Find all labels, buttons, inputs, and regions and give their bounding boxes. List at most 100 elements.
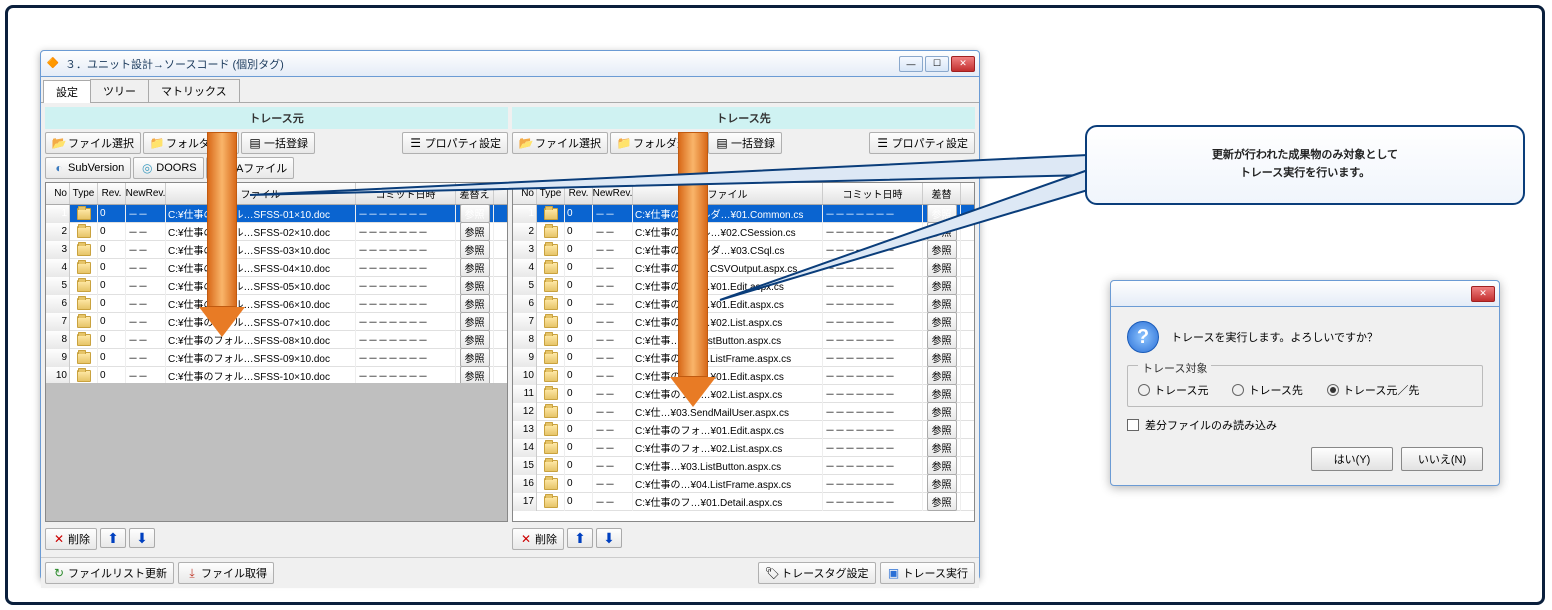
no-button[interactable]: いいえ(N) xyxy=(1401,447,1483,471)
table-row[interactable]: 60－－C:¥仕事のフォル…SFSS-06×10.doc－－－－－－－参照 xyxy=(46,295,507,313)
trace-tag-settings-button[interactable]: 🏷トレースタグ設定 xyxy=(758,562,875,584)
right-panel-title: トレース先 xyxy=(512,107,975,129)
table-row[interactable]: 170－－C:¥仕事のフ…¥01.Detail.aspx.cs－－－－－－－参照 xyxy=(513,493,974,511)
yes-button[interactable]: はい(Y) xyxy=(1311,447,1393,471)
browse-button[interactable]: 参照 xyxy=(927,475,957,493)
delete-button[interactable]: ✕削除 xyxy=(45,528,97,550)
table-row[interactable]: 120－－C:¥仕…¥03.SendMailUser.aspx.cs－－－－－－… xyxy=(513,403,974,421)
table-row[interactable]: 70－－C:¥仕事のフォル…SFSS-07×10.doc－－－－－－－参照 xyxy=(46,313,507,331)
browse-button[interactable]: 参照 xyxy=(927,205,957,223)
table-row[interactable]: 90－－C:¥仕事の…¥04.ListFrame.aspx.cs－－－－－－－参… xyxy=(513,349,974,367)
browse-button[interactable]: 参照 xyxy=(460,313,490,331)
table-row[interactable]: 30－－C:¥仕事のフォル…SFSS-03×10.doc－－－－－－－参照 xyxy=(46,241,507,259)
move-up-button[interactable]: ⬆ xyxy=(567,528,593,548)
browse-button[interactable]: 参照 xyxy=(460,295,490,313)
folder-select-button[interactable]: 📁フォルダ選択 xyxy=(143,132,239,154)
doors-button[interactable]: ◎DOORS xyxy=(133,157,203,179)
browse-button[interactable]: 参照 xyxy=(927,403,957,421)
tab-settings[interactable]: 設定 xyxy=(43,80,91,103)
browse-button[interactable]: 参照 xyxy=(927,313,957,331)
table-row[interactable]: 80－－C:¥仕事…¥03.ListButton.aspx.cs－－－－－－－参… xyxy=(513,331,974,349)
browse-button[interactable]: 参照 xyxy=(460,349,490,367)
table-row[interactable]: 70－－C:¥仕事のフォ…¥02.List.aspx.cs－－－－－－－参照 xyxy=(513,313,974,331)
browse-button[interactable]: 参照 xyxy=(927,439,957,457)
cell-rev: 0 xyxy=(565,385,593,403)
browse-button[interactable]: 参照 xyxy=(927,421,957,439)
browse-button[interactable]: 参照 xyxy=(927,277,957,295)
table-row[interactable]: 90－－C:¥仕事のフォル…SFSS-09×10.doc－－－－－－－参照 xyxy=(46,349,507,367)
browse-button[interactable]: 参照 xyxy=(927,295,957,313)
table-row[interactable]: 130－－C:¥仕事のフォ…¥01.Edit.aspx.cs－－－－－－－参照 xyxy=(513,421,974,439)
cell-file: C:¥仕事のフォルダ…¥03.CSql.cs xyxy=(633,241,823,259)
dialog-close-button[interactable]: ✕ xyxy=(1471,286,1495,302)
table-row[interactable]: 110－－C:¥仕事のフォ…¥02.List.aspx.cs－－－－－－－参照 xyxy=(513,385,974,403)
table-row[interactable]: 150－－C:¥仕事…¥03.ListButton.aspx.cs－－－－－－－… xyxy=(513,457,974,475)
col-no: No xyxy=(513,183,537,204)
fetch-file-button[interactable]: ⤓ファイル取得 xyxy=(178,562,274,584)
table-row[interactable]: 80－－C:¥仕事のフォル…SFSS-08×10.doc－－－－－－－参照 xyxy=(46,331,507,349)
trace-exec-button[interactable]: ▣トレース実行 xyxy=(880,562,975,584)
properties-icon: ☰ xyxy=(876,136,890,150)
delete-button[interactable]: ✕削除 xyxy=(512,528,564,550)
browse-button[interactable]: 参照 xyxy=(460,277,490,295)
table-row[interactable]: 100－－C:¥仕事のフォ…¥01.Edit.aspx.cs－－－－－－－参照 xyxy=(513,367,974,385)
browse-button[interactable]: 参照 xyxy=(927,331,957,349)
browse-button[interactable]: 参照 xyxy=(460,241,490,259)
update-list-button[interactable]: ↻ファイルリスト更新 xyxy=(45,562,174,584)
move-down-button[interactable]: ⬇ xyxy=(596,528,622,548)
radio-both[interactable]: トレース元／先 xyxy=(1327,382,1419,398)
bulk-register-button[interactable]: ▤一括登録 xyxy=(708,132,782,154)
cell-rev: 0 xyxy=(98,331,126,349)
minimize-button[interactable]: — xyxy=(899,56,923,72)
browse-button[interactable]: 参照 xyxy=(460,331,490,349)
move-up-button[interactable]: ⬆ xyxy=(100,528,126,548)
table-row[interactable]: 60－－C:¥仕事のフォ…¥01.Edit.aspx.cs－－－－－－－参照 xyxy=(513,295,974,313)
tab-tree[interactable]: ツリー xyxy=(90,79,149,102)
table-row[interactable]: 30－－C:¥仕事のフォルダ…¥03.CSql.cs－－－－－－－参照 xyxy=(513,241,974,259)
table-row[interactable]: 10－－C:¥仕事のフォル…SFSS-01×10.doc－－－－－－－参照 xyxy=(46,205,507,223)
file-select-button[interactable]: 📂ファイル選択 xyxy=(45,132,141,154)
browse-button[interactable]: 参照 xyxy=(927,457,957,475)
cell-type xyxy=(70,349,98,367)
cell-no: 15 xyxy=(513,457,537,475)
ea-file-button[interactable]: ◉EAファイル xyxy=(206,157,295,179)
browse-button[interactable]: 参照 xyxy=(927,367,957,385)
browse-button[interactable]: 参照 xyxy=(927,223,957,241)
browse-button[interactable]: 参照 xyxy=(927,349,957,367)
cell-type xyxy=(537,385,565,403)
move-down-button[interactable]: ⬇ xyxy=(129,528,155,548)
browse-button[interactable]: 参照 xyxy=(927,493,957,511)
diff-only-checkbox[interactable]: 差分ファイルのみ読み込み xyxy=(1127,417,1483,433)
property-settings-button[interactable]: ☰プロパティ設定 xyxy=(402,132,508,154)
radio-dest[interactable]: トレース先 xyxy=(1232,382,1302,398)
folder-select-button[interactable]: 📁フォルダ選択 xyxy=(610,132,706,154)
file-select-button[interactable]: 📂ファイル選択 xyxy=(512,132,608,154)
tab-matrix[interactable]: マトリックス xyxy=(148,79,240,102)
cell-commit: －－－－－－－ xyxy=(823,205,923,223)
browse-button[interactable]: 参照 xyxy=(460,259,490,277)
subversion-button[interactable]: ◐SubVersion xyxy=(45,157,131,179)
radio-source[interactable]: トレース元 xyxy=(1138,382,1208,398)
browse-button[interactable]: 参照 xyxy=(927,241,957,259)
browse-button[interactable]: 参照 xyxy=(460,205,490,223)
browse-button[interactable]: 参照 xyxy=(927,385,957,403)
table-row[interactable]: 50－－C:¥仕事のフォル…SFSS-05×10.doc－－－－－－－参照 xyxy=(46,277,507,295)
table-row[interactable]: 160－－C:¥仕事の…¥04.ListFrame.aspx.cs－－－－－－－… xyxy=(513,475,974,493)
cell-no: 12 xyxy=(513,403,537,421)
maximize-button[interactable]: ☐ xyxy=(925,56,949,72)
table-row[interactable]: 20－－C:¥仕事のフォル…¥02.CSession.cs－－－－－－－参照 xyxy=(513,223,974,241)
table-row[interactable]: 50－－C:¥仕事のフォ…¥01.Edit.aspx.cs－－－－－－－参照 xyxy=(513,277,974,295)
table-row[interactable]: 40－－C:¥仕事の…¥04.CSVOutput.aspx.cs－－－－－－－参… xyxy=(513,259,974,277)
browse-button[interactable]: 参照 xyxy=(460,223,490,241)
table-row[interactable]: 140－－C:¥仕事のフォ…¥02.List.aspx.cs－－－－－－－参照 xyxy=(513,439,974,457)
bulk-register-button[interactable]: ▤一括登録 xyxy=(241,132,315,154)
close-button[interactable]: ✕ xyxy=(951,56,975,72)
browse-button[interactable]: 参照 xyxy=(927,259,957,277)
cell-ref: 参照 xyxy=(923,457,961,475)
dialog-message: トレースを実行します。よろしいですか？ xyxy=(1171,329,1378,345)
browse-button[interactable]: 参照 xyxy=(460,367,490,385)
table-row[interactable]: 10－－C:¥仕事のフォルダ…¥01.Common.cs－－－－－－－参照 xyxy=(513,205,974,223)
property-settings-button[interactable]: ☰プロパティ設定 xyxy=(869,132,975,154)
table-row[interactable]: 20－－C:¥仕事のフォル…SFSS-02×10.doc－－－－－－－参照 xyxy=(46,223,507,241)
table-row[interactable]: 40－－C:¥仕事のフォル…SFSS-04×10.doc－－－－－－－参照 xyxy=(46,259,507,277)
